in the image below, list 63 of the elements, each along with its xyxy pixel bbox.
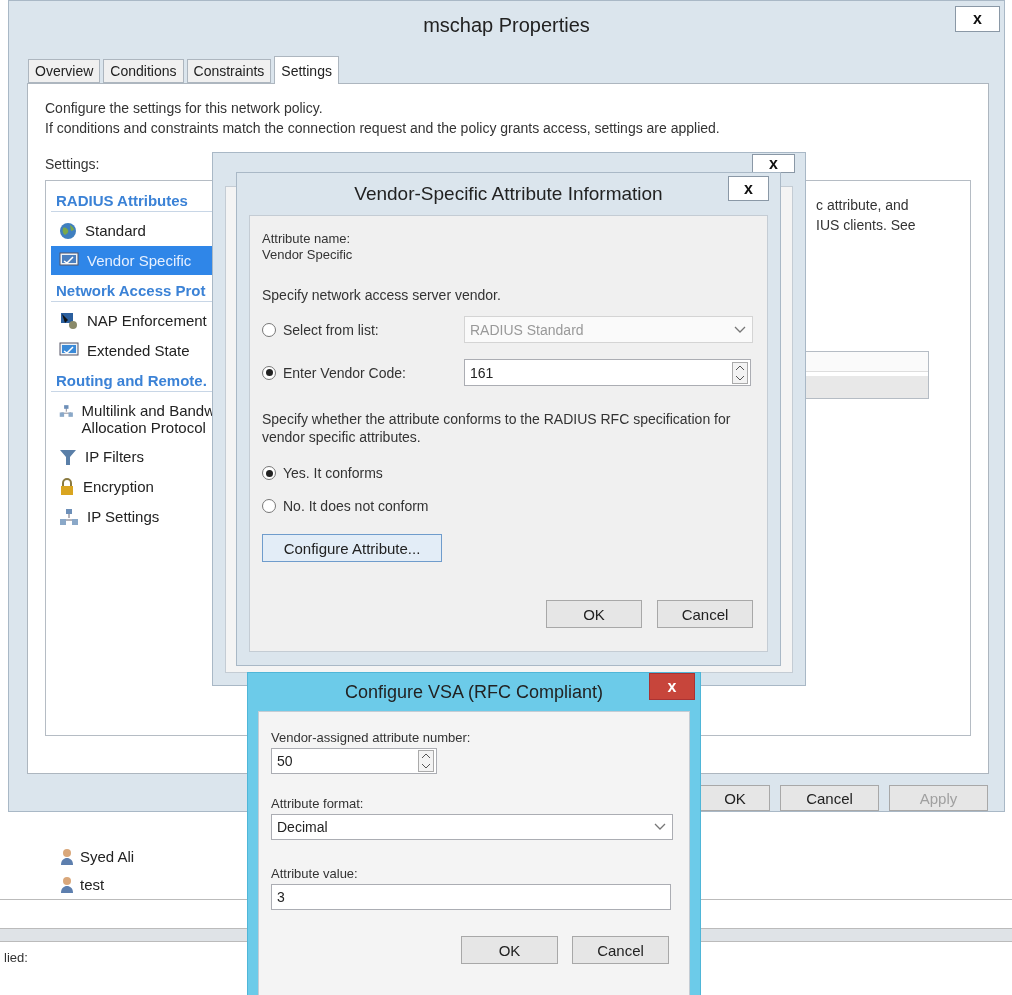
description-text: If conditions and constraints match the connection request and the policy grants access, settings are applied. xyxy=(45,119,721,138)
dialog-title: Vendor-Specific Attribute Information xyxy=(354,183,663,205)
monitor-icon xyxy=(59,342,79,358)
radio-button[interactable] xyxy=(262,499,276,513)
tab[interactable]: Constraints xyxy=(186,59,272,83)
description-text: c attribute, and xyxy=(816,196,910,215)
close-button[interactable]: x xyxy=(752,154,795,173)
dialog-button[interactable]: Cancel xyxy=(780,785,879,811)
description-text: Configure the settings for this network policy. xyxy=(45,99,324,118)
tree-item[interactable]: Encryption xyxy=(51,472,219,502)
lock-icon xyxy=(59,478,75,496)
field-label: Vendor-assigned attribute number: xyxy=(271,729,472,747)
user-icon xyxy=(60,848,74,866)
dialog-button[interactable]: OK xyxy=(546,600,642,628)
settings-label: Settings: xyxy=(45,155,100,174)
close-button[interactable]: x xyxy=(728,176,769,201)
window-title: mschap Properties xyxy=(423,13,590,37)
user-name[interactable]: Syed Ali xyxy=(80,847,135,867)
network-icon xyxy=(59,508,79,526)
close-button[interactable]: x xyxy=(955,6,1000,32)
chevron-down-icon xyxy=(734,325,746,334)
tab[interactable]: Overview xyxy=(28,59,101,83)
status-text: lied: xyxy=(4,950,28,965)
tree-item[interactable]: Standard xyxy=(51,216,219,246)
tree-item[interactable]: Extended State xyxy=(51,336,219,365)
radio-label[interactable]: No. It does not conform xyxy=(283,496,429,516)
radio-label[interactable]: Enter Vendor Code: xyxy=(283,362,406,383)
funnel-icon xyxy=(59,448,77,466)
globe-icon xyxy=(59,222,77,240)
radio-button[interactable] xyxy=(262,365,276,380)
tree-item[interactable]: NAP Enforcement xyxy=(51,306,219,336)
radio-label[interactable]: Yes. It conforms xyxy=(283,463,383,483)
format-dropdown[interactable]: Decimal xyxy=(271,814,673,840)
prompt-text: Specify whether the attribute conforms to the RADIUS RFC specification for vendor specific attributes. xyxy=(262,410,732,446)
tree-item[interactable]: IP Filters xyxy=(51,442,219,472)
radio-button[interactable] xyxy=(262,466,276,480)
computer-icon xyxy=(59,312,79,330)
field-label: Attribute name: xyxy=(262,231,352,247)
description-text: IUS clients. See xyxy=(816,216,917,235)
user-name[interactable]: test xyxy=(80,875,105,895)
dialog-button[interactable]: OK xyxy=(461,936,558,964)
chevron-down-icon xyxy=(654,823,666,831)
field-label: Attribute format: xyxy=(271,795,364,813)
tab[interactable]: Conditions xyxy=(103,59,184,83)
dialog-button[interactable]: OK xyxy=(700,785,770,811)
attribute-name: Vendor Specific xyxy=(262,247,354,263)
user-icon xyxy=(60,876,74,894)
attribute-value-field[interactable]: 3 xyxy=(271,884,671,910)
field-label: Attribute value: xyxy=(271,865,358,883)
tab[interactable]: Settings xyxy=(274,56,339,84)
configure-attribute-button[interactable]: Configure Attribute... xyxy=(262,534,442,562)
vendor-code-field[interactable]: 161 xyxy=(464,359,751,386)
spinner-arrows-icon[interactable] xyxy=(732,361,748,384)
close-button[interactable]: x xyxy=(649,673,695,700)
dialog-button[interactable]: Cancel xyxy=(657,600,753,628)
network-icon xyxy=(59,402,74,420)
monitor-check-icon xyxy=(59,252,79,268)
prompt-text: Specify network access server vendor. xyxy=(262,286,501,305)
tree-item[interactable]: IP Settings xyxy=(51,502,219,532)
dialog-title: Configure VSA (RFC Compliant) xyxy=(344,681,604,703)
spinner-arrows-icon[interactable] xyxy=(418,750,434,772)
dialog-button[interactable]: Cancel xyxy=(572,936,669,964)
attribute-number-field[interactable]: 50 xyxy=(271,748,437,774)
